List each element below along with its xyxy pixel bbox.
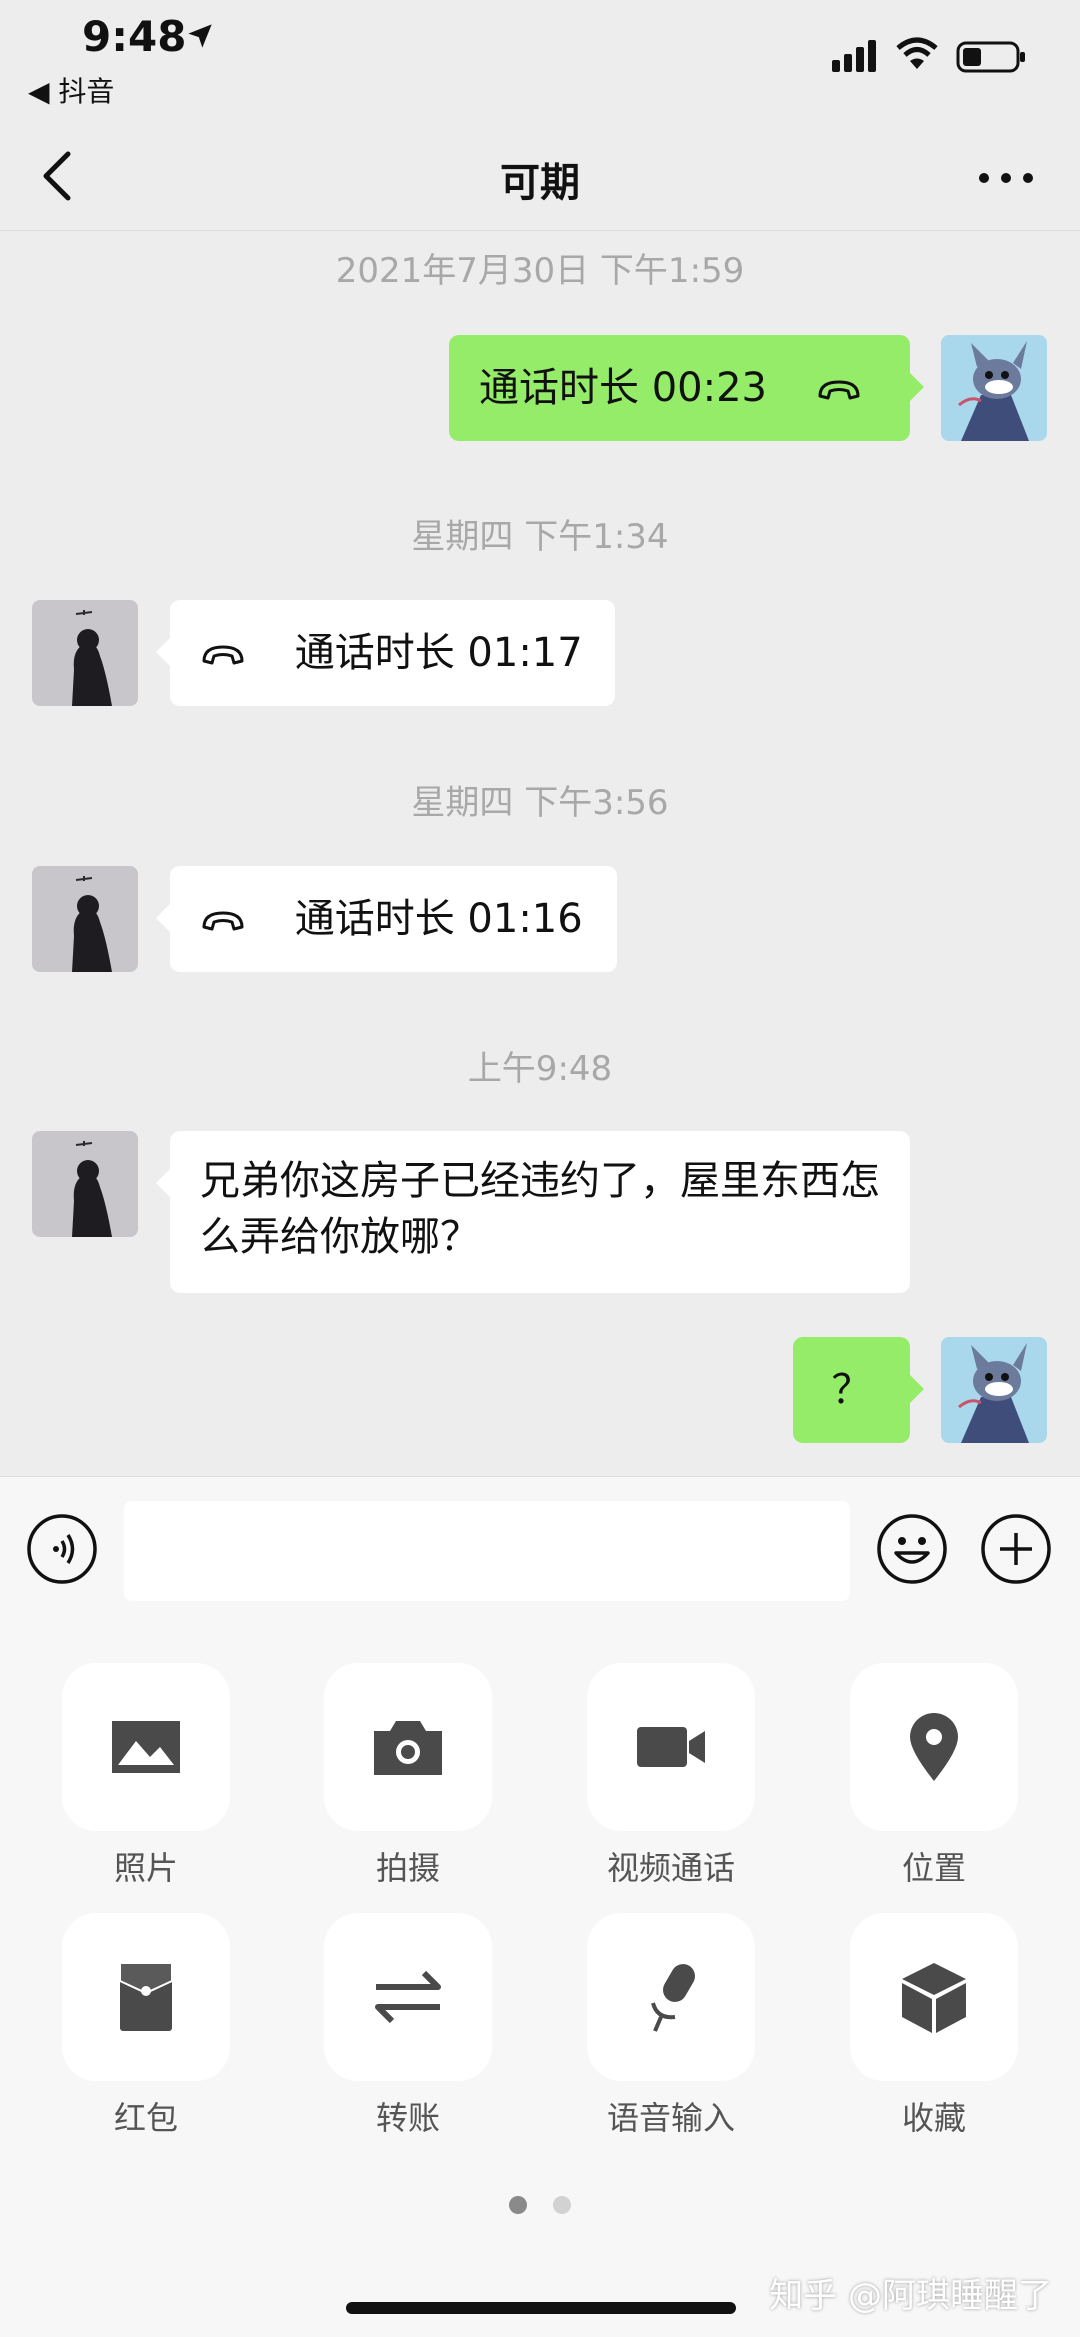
- my-avatar[interactable]: [941, 1337, 1047, 1443]
- bubble-tail: [910, 1375, 924, 1403]
- wifi-icon: [896, 37, 938, 69]
- timestamp: 星期四 下午1:34: [411, 517, 669, 557]
- panel-label: 位置: [901, 1849, 966, 1887]
- panel-label: 语音输入: [606, 2099, 735, 2137]
- silhouette-avatar-image: [32, 866, 138, 972]
- status-bar: 9:48 ◀ 抖音: [0, 0, 1080, 130]
- red-packet-icon: [119, 1962, 173, 2031]
- battery-icon: [956, 41, 1025, 73]
- received-call-bubble[interactable]: 通话时长 01:16: [156, 866, 617, 972]
- home-indicator[interactable]: [346, 2302, 736, 2314]
- transfer-button[interactable]: [324, 1913, 492, 2081]
- location-arrow-icon: [188, 24, 212, 48]
- page-indicator[interactable]: [553, 2196, 571, 2214]
- status-time: 9:48: [82, 12, 187, 61]
- transfer-icon: [375, 1970, 441, 2024]
- panel-label: 转账: [375, 2099, 440, 2137]
- bubble-tail: [910, 373, 924, 401]
- more-options-icon[interactable]: [976, 168, 1036, 188]
- call-duration-text: 通话时长 01:16: [294, 896, 583, 942]
- photo-icon: [112, 1721, 180, 1773]
- phone-hangup-icon: [202, 911, 244, 931]
- favorites-button[interactable]: [850, 1913, 1018, 2081]
- message-text: 兄弟你这房子已经违约了，屋里东西怎么弄给你放哪？: [200, 1158, 880, 1260]
- phone-hangup-icon: [202, 645, 244, 665]
- received-text-bubble[interactable]: 兄弟你这房子已经违约了，屋里东西怎么弄给你放哪？: [156, 1131, 910, 1293]
- message-list[interactable]: 2021年7月30日 下午1:59 通话时长 00:23 星期四 下午1:34: [0, 231, 1080, 1476]
- cartoon-cat-avatar-image: [941, 335, 1047, 441]
- timestamp: 上午9:48: [467, 1049, 613, 1089]
- my-avatar[interactable]: [941, 335, 1047, 441]
- message-input[interactable]: [124, 1501, 850, 1601]
- location-icon: [910, 1713, 958, 1781]
- watermark: 知乎 @阿琪睡醒了: [769, 2276, 1052, 2316]
- received-call-bubble[interactable]: 通话时长 01:17: [156, 600, 615, 706]
- panel-label: 照片: [113, 1849, 178, 1887]
- page-indicator-active[interactable]: [509, 2196, 527, 2214]
- panel-label: 红包: [113, 2099, 178, 2137]
- back-to-app-link[interactable]: ◀ 抖音: [28, 70, 114, 110]
- camera-button[interactable]: [324, 1663, 492, 1831]
- sent-call-bubble[interactable]: 通话时长 00:23: [449, 335, 924, 441]
- call-duration-text: 通话时长 00:23: [479, 365, 767, 411]
- location-button[interactable]: [850, 1663, 1018, 1831]
- microphone-icon: [651, 1964, 695, 2032]
- panel-label: 收藏: [901, 2099, 966, 2137]
- emoji-icon[interactable]: [876, 1513, 948, 1585]
- video-call-icon: [637, 1727, 705, 1767]
- cellular-signal-icon: [832, 40, 876, 72]
- panel-label: 拍摄: [375, 1849, 440, 1887]
- voice-mode-icon[interactable]: [26, 1513, 98, 1585]
- voice-input-button[interactable]: [587, 1913, 755, 2081]
- cartoon-cat-avatar-image: [941, 1337, 1047, 1443]
- timestamp: 星期四 下午3:56: [411, 783, 669, 823]
- sent-text-bubble[interactable]: ？: [793, 1337, 924, 1443]
- message-text: ？: [831, 1367, 872, 1413]
- bubble-tail: [156, 638, 170, 666]
- phone-hangup-icon: [818, 380, 860, 400]
- contact-avatar[interactable]: [32, 866, 138, 972]
- add-more-icon[interactable]: [980, 1513, 1052, 1585]
- contact-avatar[interactable]: [32, 600, 138, 706]
- call-duration-text: 通话时长 01:17: [294, 630, 583, 676]
- panel-label: 视频通话: [606, 1849, 735, 1887]
- timestamp: 2021年7月30日 下午1:59: [335, 251, 745, 291]
- video-call-button[interactable]: [587, 1663, 755, 1831]
- red-packet-button[interactable]: [62, 1913, 230, 2081]
- favorites-icon: [902, 1963, 966, 2033]
- camera-icon: [374, 1721, 442, 1775]
- chat-header: 可期: [0, 130, 1080, 231]
- silhouette-avatar-image: [32, 1131, 138, 1237]
- contact-avatar[interactable]: [32, 1131, 138, 1237]
- photo-button[interactable]: [62, 1663, 230, 1831]
- chat-title: 可期: [500, 160, 580, 206]
- function-panel: 照片 拍摄 视频通话 位置 红包 转账 语音输入 收藏: [0, 1621, 1080, 2337]
- silhouette-avatar-image: [32, 600, 138, 706]
- bubble-tail: [156, 904, 170, 932]
- input-bar: [0, 1476, 1080, 1622]
- bubble-tail: [156, 1169, 170, 1197]
